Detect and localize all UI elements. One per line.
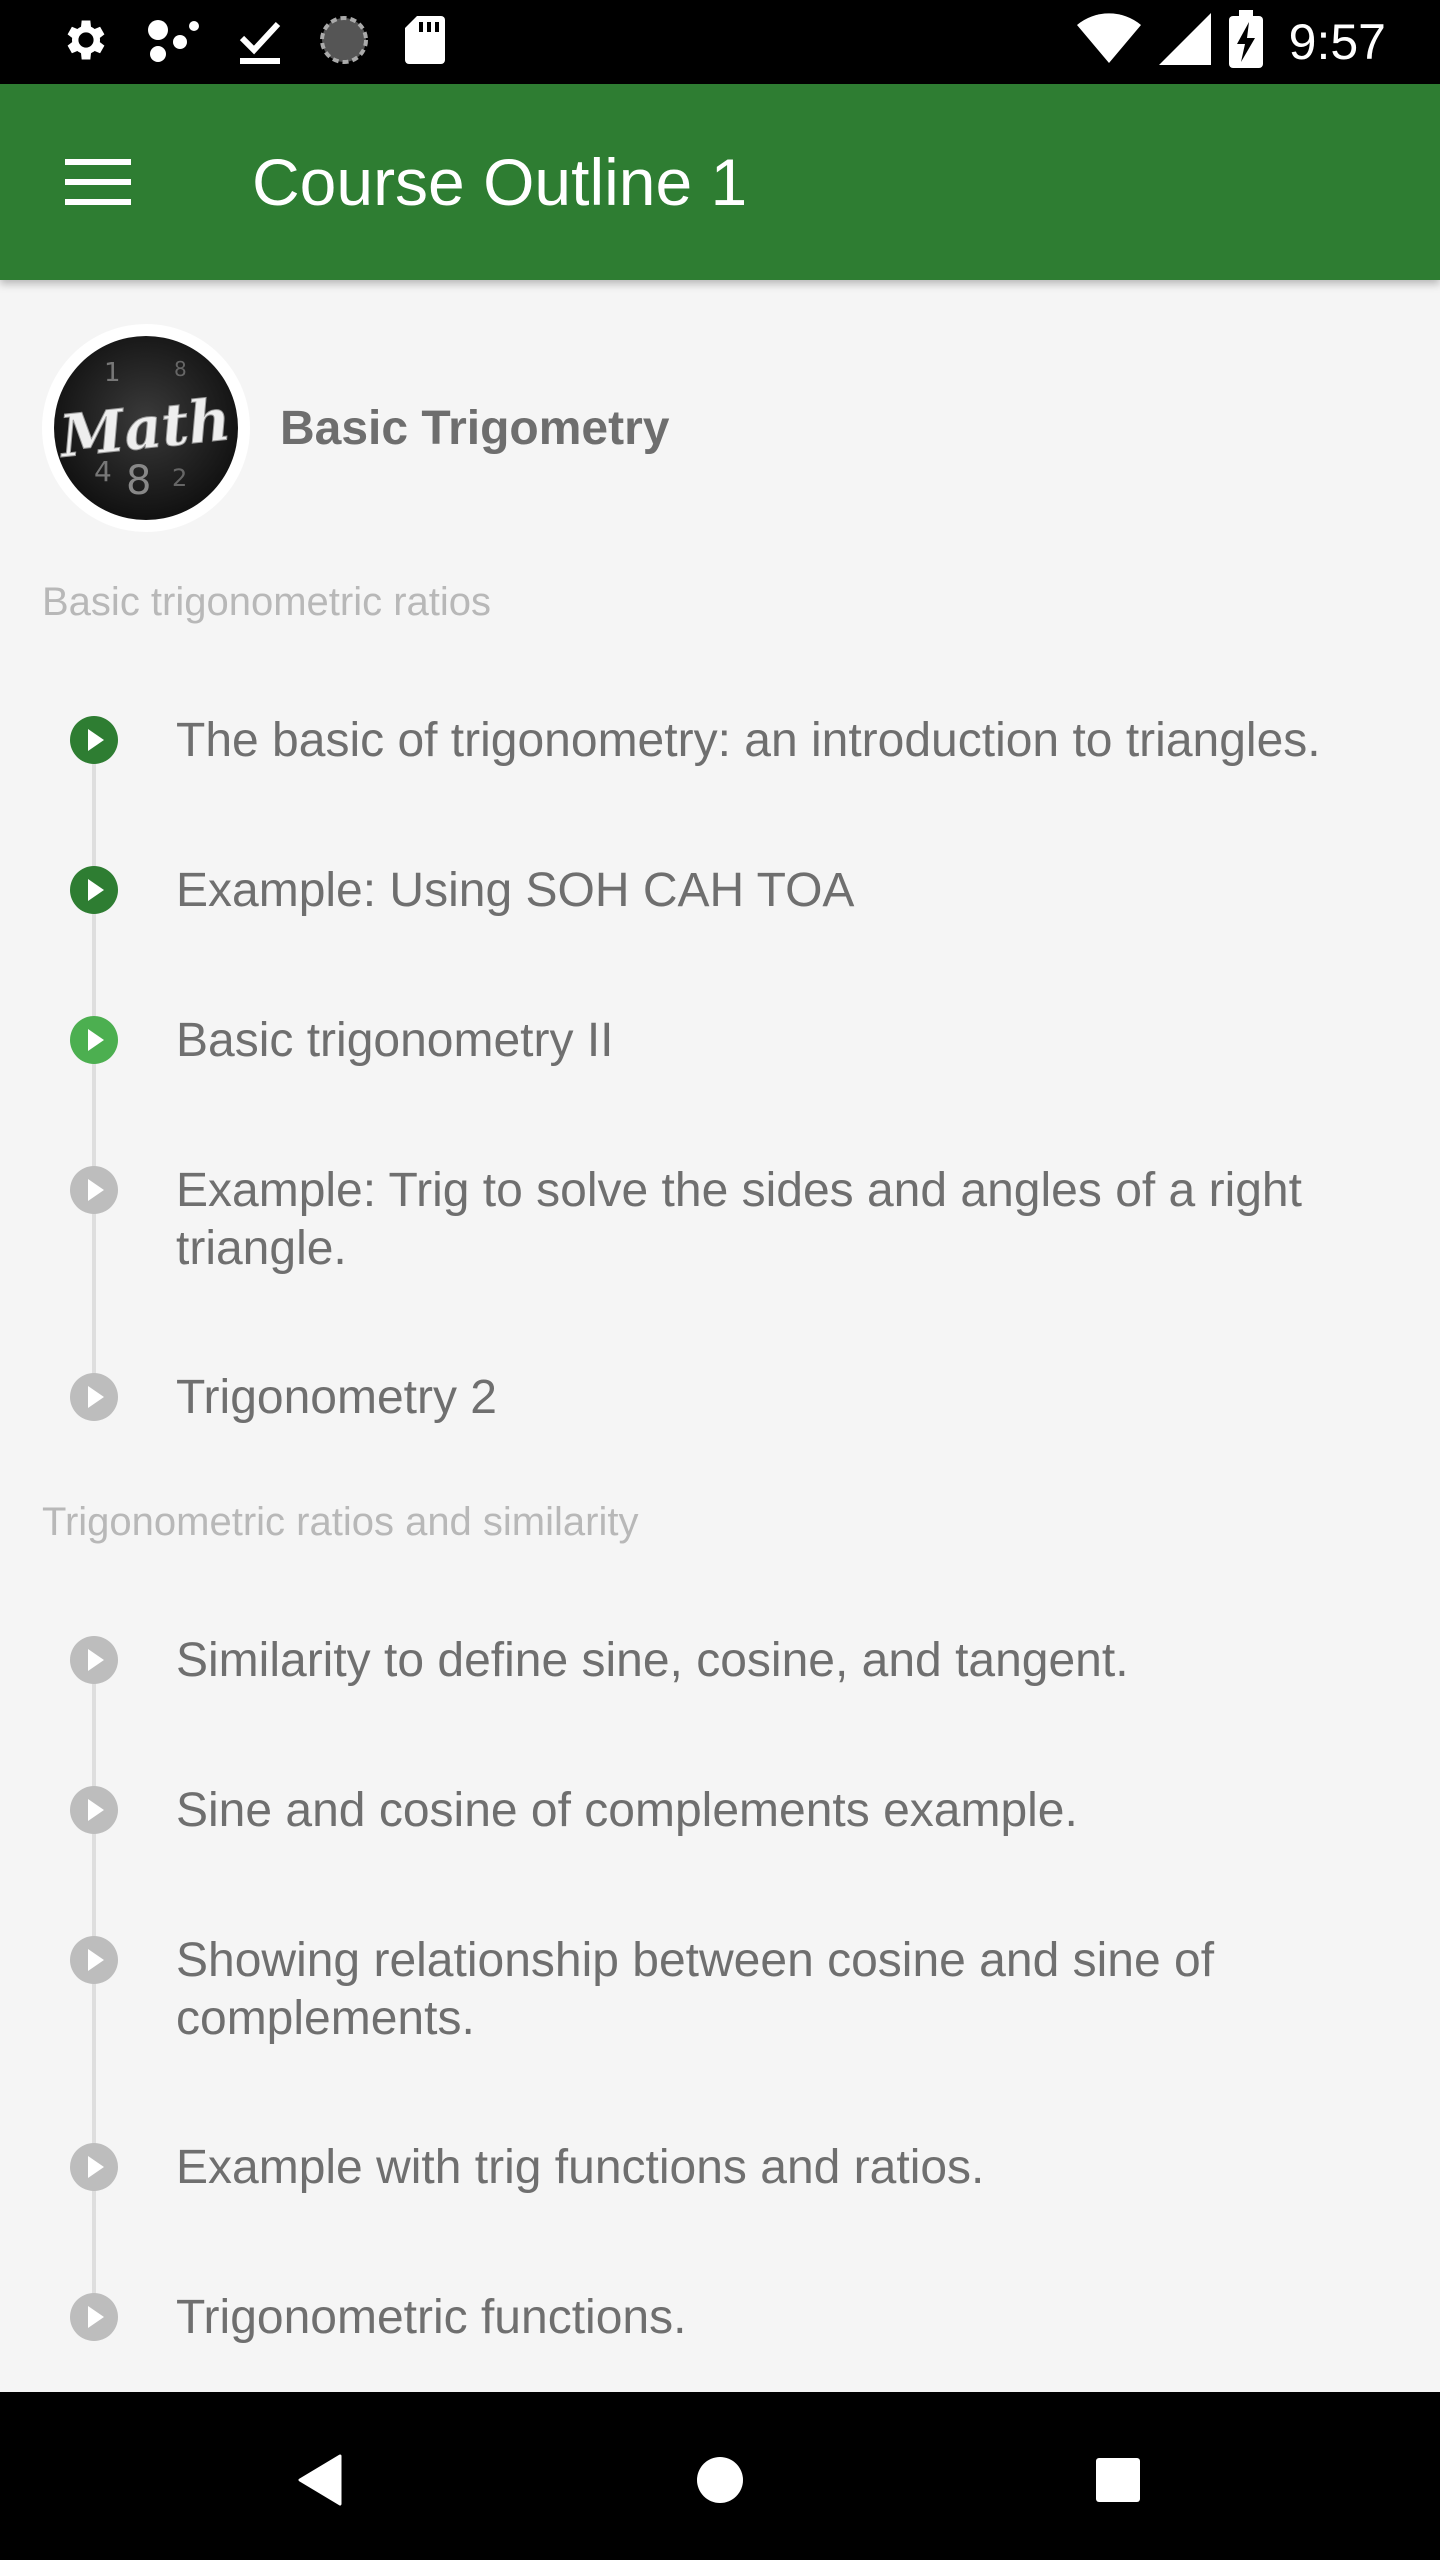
lesson-item[interactable]: Sine and cosine of complements example. <box>0 1770 1440 1880</box>
sd-card-icon <box>404 14 446 71</box>
hamburger-menu-icon[interactable] <box>50 144 146 220</box>
download-done-icon <box>236 14 284 71</box>
play-completed-icon <box>70 866 118 914</box>
network-dots-icon <box>146 14 202 71</box>
lesson-title: Example: Trig to solve the sides and ang… <box>176 1164 1302 1275</box>
play-locked-icon <box>70 1786 118 1834</box>
play-in-progress-icon <box>70 1016 118 1064</box>
course-title: Basic Trigometry <box>280 401 670 455</box>
sync-circle-icon <box>318 14 370 71</box>
math-chalkboard-image: 1 8 4 8 2 Math <box>54 336 238 520</box>
svg-text:8: 8 <box>126 458 151 504</box>
lesson-title: Example with trig functions and ratios. <box>176 2141 985 2194</box>
section-header: Basic trigonometric ratios <box>42 580 492 624</box>
navigation-bar <box>0 2392 1440 2560</box>
battery-charging-icon <box>1228 10 1263 73</box>
play-completed-icon <box>70 716 118 764</box>
lesson-title: The basic of trigonometry: an introducti… <box>176 714 1321 767</box>
cell-signal-icon <box>1158 13 1211 70</box>
lesson-item[interactable]: Basic trigonometry II <box>0 1000 1440 1110</box>
wifi-icon <box>1076 13 1141 70</box>
home-icon[interactable] <box>672 2432 768 2528</box>
section-header: Trigonometric ratios and similarity <box>42 1500 639 1544</box>
lesson-title: Trigonometric functions. <box>176 2291 687 2344</box>
lesson-item[interactable]: Example: Using SOH CAH TOA <box>0 850 1440 960</box>
app-bar: Course Outline 1 <box>0 84 1440 280</box>
play-locked-icon <box>70 2143 118 2191</box>
play-locked-icon <box>70 2293 118 2341</box>
course-header: 1 8 4 8 2 Math Basic Trigometry <box>42 322 1398 534</box>
lesson-item[interactable]: The basic of trigonometry: an introducti… <box>0 700 1440 810</box>
play-locked-icon <box>70 1636 118 1684</box>
svg-text:2: 2 <box>172 464 187 492</box>
page-title: Course Outline 1 <box>252 145 748 219</box>
svg-text:8: 8 <box>174 357 187 381</box>
recents-icon[interactable] <box>1070 2432 1166 2528</box>
play-locked-icon <box>70 1936 118 1984</box>
svg-text:1: 1 <box>104 358 121 388</box>
course-avatar: 1 8 4 8 2 Math <box>42 324 250 532</box>
status-time: 9:57 <box>1288 13 1386 70</box>
lesson-title: Trigonometry 2 <box>176 1371 497 1424</box>
lesson-item[interactable]: Example with trig functions and ratios. <box>0 2127 1440 2237</box>
status-bar: 9:57 <box>0 0 1440 84</box>
lesson-item[interactable]: Trigonometric functions. <box>0 2277 1440 2387</box>
lesson-item[interactable]: Similarity to define sine, cosine, and t… <box>0 1620 1440 1730</box>
play-locked-icon <box>70 1166 118 1214</box>
lesson-title: Basic trigonometry II <box>176 1014 614 1067</box>
back-icon[interactable] <box>272 2432 368 2528</box>
lesson-title: Showing relationship between cosine and … <box>176 1934 1215 2045</box>
lesson-item[interactable]: Trigonometry 2 <box>0 1357 1440 1467</box>
lesson-item[interactable]: Showing relationship between cosine and … <box>0 1920 1440 2060</box>
lesson-item[interactable]: Example: Trig to solve the sides and ang… <box>0 1150 1440 1290</box>
lesson-title: Similarity to define sine, cosine, and t… <box>176 1634 1129 1687</box>
settings-icon <box>60 14 112 71</box>
lesson-title: Sine and cosine of complements example. <box>176 1784 1078 1837</box>
play-locked-icon <box>70 1373 118 1421</box>
lesson-title: Example: Using SOH CAH TOA <box>176 864 855 917</box>
